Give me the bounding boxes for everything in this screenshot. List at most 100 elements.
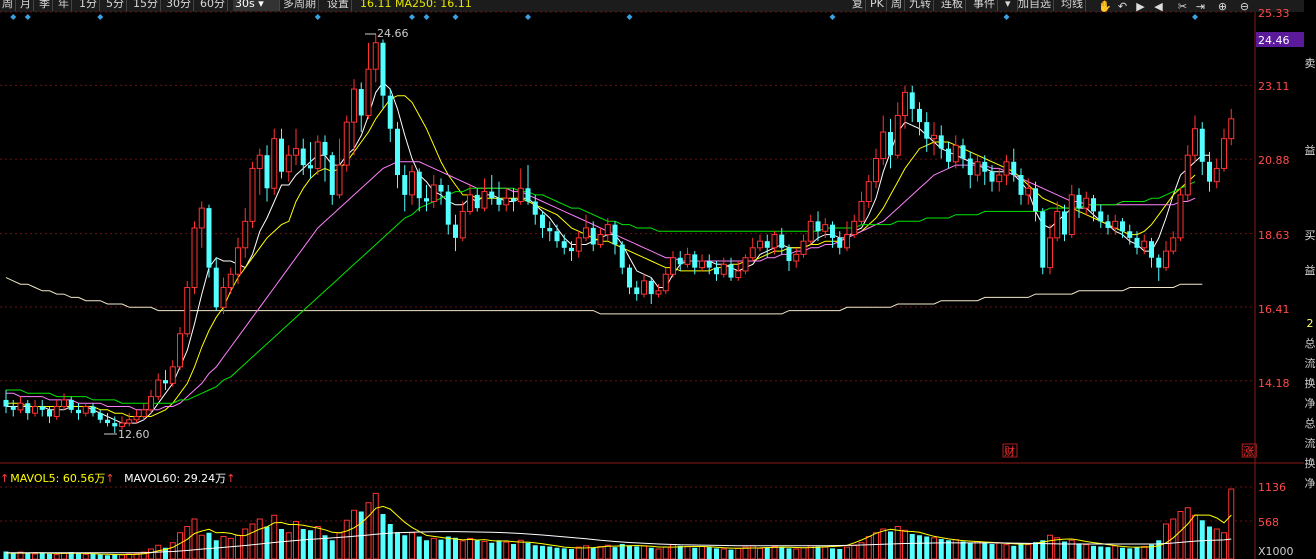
candle-body-down xyxy=(68,399,74,410)
right-panel-glyph: 换 xyxy=(1304,457,1316,470)
candle-body-up xyxy=(720,263,727,275)
volume-bar-up xyxy=(1054,537,1061,559)
right-panel-glyph: 净 xyxy=(1304,397,1316,410)
volume-bar-up xyxy=(597,546,604,559)
volume-label-1136: 1136 xyxy=(1258,481,1286,494)
candle-body-up xyxy=(583,227,589,239)
volume-bar-up xyxy=(148,548,154,559)
candle-body-up xyxy=(974,161,981,176)
volume-bar-up xyxy=(467,537,473,559)
candle-body-up xyxy=(1163,250,1169,269)
volume-bar-up xyxy=(271,514,278,559)
candle-body-up xyxy=(293,148,299,156)
candle-body-up xyxy=(140,409,147,417)
candle-body-up xyxy=(1221,138,1227,169)
candle-body-down xyxy=(619,244,625,268)
volume-bar-down xyxy=(1105,547,1111,559)
right-panel-glyph: 卖 xyxy=(1304,57,1316,70)
candle-body-down xyxy=(692,254,698,268)
volume-bar-up xyxy=(699,546,705,559)
volume-bar-down xyxy=(496,540,502,559)
candle-body-up xyxy=(902,91,908,117)
candle-body-up xyxy=(699,260,705,269)
price-label-25.33: 25.33 xyxy=(1258,7,1290,20)
volume-bar-up xyxy=(365,502,372,559)
candle-body-up xyxy=(227,273,234,288)
volume-bar-down xyxy=(561,548,567,559)
price-axis: 25.33 24.46 23.11 20.88 18.63 16.41 14.1… xyxy=(1256,7,1304,558)
volume-bar-up xyxy=(119,554,125,559)
candle-body-up xyxy=(119,422,125,427)
candle-body-down xyxy=(387,95,393,129)
volume-bar-up xyxy=(256,518,263,559)
event-badge-label: 涨 xyxy=(1243,445,1254,458)
candle-body-down xyxy=(453,224,458,238)
volume-bar-down xyxy=(569,549,574,559)
volume-bar-up xyxy=(1221,532,1227,559)
volume-bar-down xyxy=(1199,520,1205,559)
volume-bar-up xyxy=(1025,544,1032,559)
candle-body-down xyxy=(1199,128,1205,162)
candle-body-up xyxy=(198,207,205,229)
candle-body-up xyxy=(53,406,60,417)
volume-bar-down xyxy=(706,547,712,559)
signal-diamond-icon xyxy=(97,14,104,20)
candle-body-down xyxy=(540,214,545,228)
volume-bar-down xyxy=(692,547,698,559)
candle-body-up xyxy=(126,419,133,424)
price-grid xyxy=(0,11,1255,522)
volume-bar-down xyxy=(967,542,973,559)
candle-body-down xyxy=(1076,194,1082,209)
volume-bar-up xyxy=(1184,507,1191,559)
volume-bar-down xyxy=(308,530,313,559)
candle-body-up xyxy=(336,164,343,196)
price-label-18.63: 18.63 xyxy=(1258,229,1290,242)
candle-body-up xyxy=(996,174,1003,183)
volume-bar-up xyxy=(851,544,858,559)
volume-bar-up xyxy=(1228,488,1235,559)
volume-bar-up xyxy=(1068,539,1075,559)
candle-body-down xyxy=(25,403,31,414)
volume-bar-down xyxy=(453,537,458,559)
candle-body-down xyxy=(300,148,306,166)
candle-body-up xyxy=(873,158,879,183)
candle-body-down xyxy=(569,247,574,252)
volume-bar-down xyxy=(547,546,553,559)
candle-body-up xyxy=(1025,187,1032,196)
high-price-label: 24.66 xyxy=(377,27,409,40)
candle-body-up xyxy=(684,253,691,265)
signal-diamond-icon xyxy=(1003,14,1010,20)
candle-body-down xyxy=(830,224,835,238)
candle-body-up xyxy=(1068,194,1075,236)
signal-diamond-icon xyxy=(829,14,836,20)
volume-bar-up xyxy=(343,519,350,559)
candle-body-up xyxy=(343,121,350,166)
candle-body-up xyxy=(235,247,241,275)
volume-bar-down xyxy=(815,546,821,559)
volume-bar-up xyxy=(742,546,749,559)
candle-body-up xyxy=(409,171,415,196)
signal-diamond-icon xyxy=(10,14,17,20)
volume-bar-down xyxy=(213,540,219,559)
candle-body-down xyxy=(815,221,821,232)
candle-body-up xyxy=(742,257,749,272)
candle-body-up xyxy=(17,402,24,411)
volume-bar-down xyxy=(924,536,930,559)
volume-bar-down xyxy=(1033,542,1038,559)
candle-body-up xyxy=(851,220,858,236)
candle-body-down xyxy=(213,267,219,308)
candle-body-up xyxy=(1112,220,1119,229)
candle-body-down xyxy=(706,261,712,268)
volume-bar-down xyxy=(39,552,45,559)
volume-bar-up xyxy=(191,518,198,559)
candle-body-up xyxy=(155,379,162,398)
candle-body-up xyxy=(1083,197,1090,209)
candle-body-up xyxy=(894,115,901,156)
candle-body-up xyxy=(858,200,865,222)
signal-diamond-icon xyxy=(626,14,633,20)
candle-body-down xyxy=(308,165,313,169)
candle-body-up xyxy=(1003,161,1010,176)
right-panel-glyph: 流 xyxy=(1304,357,1316,370)
candle-body-up xyxy=(1047,237,1053,269)
candle-body-down xyxy=(1098,211,1104,222)
